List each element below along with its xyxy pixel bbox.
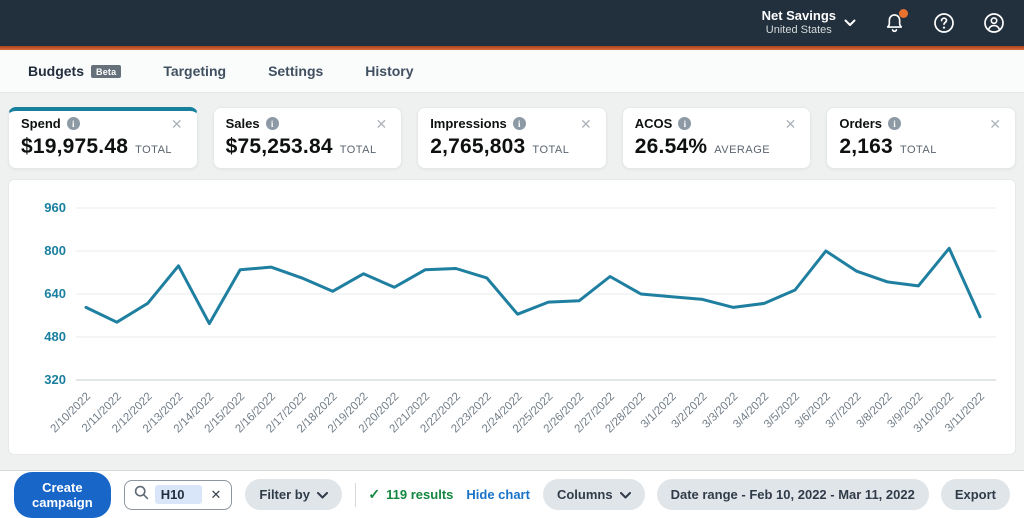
date-range-button[interactable]: Date range - Feb 10, 2022 - Mar 11, 2022 [656, 479, 929, 510]
metric-value: $75,253.84 [225, 135, 333, 158]
metric-card-orders[interactable]: Orders i ✕ 2,163 TOTAL [826, 107, 1016, 169]
columns-label: Columns [556, 487, 613, 502]
info-icon[interactable]: i [678, 117, 692, 130]
close-icon[interactable]: ✕ [987, 117, 1003, 131]
metric-unit: AVERAGE [714, 144, 771, 156]
metric-unit: TOTAL [339, 144, 377, 156]
account-switcher[interactable]: Net Savings United States [761, 8, 856, 37]
trend-chart-panel: 320 480 640 800 960 2/10/2022 2/11/2022 2/12/20… [8, 179, 1016, 455]
app-window: Net Savings United States Budgets Beta T… [0, 0, 1024, 518]
person-circle-icon [983, 12, 1005, 34]
help-button[interactable] [932, 11, 956, 35]
create-campaign-button[interactable]: Create campaign [14, 471, 111, 518]
filter-by-label: Filter by [259, 487, 310, 502]
main-content: Spend i ✕ $19,975.48 TOTAL Sales i ✕ $75… [0, 93, 1024, 470]
search-input-value: H10 [154, 485, 203, 504]
chevron-down-icon [316, 487, 328, 502]
hide-chart-link[interactable]: Hide chart [466, 487, 530, 502]
close-icon[interactable]: ✕ [578, 117, 594, 131]
top-header: Net Savings United States [0, 0, 1024, 46]
tab-history-label: History [365, 63, 414, 79]
filter-by-button[interactable]: Filter by [245, 479, 342, 510]
svg-text:320: 320 [44, 372, 66, 387]
metric-label: ACOS [634, 116, 673, 131]
metric-value: 26.54% [634, 135, 708, 158]
metric-label: Impressions [430, 116, 507, 131]
metric-unit: TOTAL [899, 144, 937, 156]
metric-value: $19,975.48 [21, 135, 129, 158]
metric-unit: TOTAL [135, 144, 173, 156]
close-icon[interactable]: ✕ [373, 117, 389, 131]
notification-dot [899, 9, 908, 18]
svg-text:800: 800 [44, 243, 66, 258]
info-icon[interactable]: i [888, 117, 902, 130]
svg-text:640: 640 [44, 286, 66, 301]
metric-unit: TOTAL [532, 144, 570, 156]
columns-button[interactable]: Columns [542, 479, 645, 510]
search-input[interactable]: H10 ✕ [123, 479, 233, 510]
metric-card-acos[interactable]: ACOS i ✕ 26.54% AVERAGE [621, 107, 812, 169]
account-button[interactable] [982, 11, 1006, 35]
tab-bar: Budgets Beta Targeting Settings History [0, 50, 1024, 93]
info-icon[interactable]: i [265, 117, 279, 130]
tab-settings[interactable]: Settings [268, 63, 323, 79]
notifications-button[interactable] [882, 9, 908, 35]
tab-targeting[interactable]: Targeting [163, 63, 226, 79]
clear-search-icon[interactable]: ✕ [208, 488, 223, 501]
results-count-label: 119 results [386, 487, 454, 502]
tab-budgets-label: Budgets [28, 63, 84, 79]
svg-text:480: 480 [44, 329, 66, 344]
bottom-toolbar: Create campaign H10 ✕ Filter by ✓ 119 re… [0, 470, 1024, 518]
question-circle-icon [933, 12, 955, 34]
close-icon[interactable]: ✕ [783, 117, 799, 131]
tab-history[interactable]: History [365, 63, 413, 79]
tab-budgets[interactable]: Budgets Beta [28, 63, 122, 79]
info-icon[interactable]: i [66, 117, 80, 130]
metric-value: 2,163 [839, 135, 893, 158]
account-name: Net Savings [761, 8, 836, 24]
toolbar-right-group: Columns Date range - Feb 10, 2022 - Mar … [542, 479, 1010, 510]
metric-card-spend[interactable]: Spend i ✕ $19,975.48 TOTAL [8, 107, 198, 169]
metric-cards-row: Spend i ✕ $19,975.48 TOTAL Sales i ✕ $75… [8, 107, 1016, 169]
chevron-down-icon [619, 487, 631, 502]
spend-trend-line-chart: 3204806408009602/10/20222/11/20222/12/20… [44, 200, 996, 435]
metric-label: Orders [839, 116, 883, 131]
metric-value: 2,765,803 [430, 135, 526, 158]
check-icon: ✓ [368, 486, 381, 502]
tab-settings-label: Settings [268, 63, 324, 79]
info-icon[interactable]: i [512, 117, 526, 130]
beta-badge: Beta [91, 64, 122, 78]
metric-label: Spend [21, 116, 61, 131]
chevron-down-icon [844, 14, 856, 32]
account-region: United States [765, 24, 832, 37]
results-count: ✓ 119 results [368, 486, 453, 503]
metric-card-impressions[interactable]: Impressions i ✕ 2,765,803 TOTAL [417, 107, 607, 169]
account-switcher-text: Net Savings United States [761, 8, 836, 37]
metric-card-sales[interactable]: Sales i ✕ $75,253.84 TOTAL [212, 107, 403, 169]
metric-label: Sales [225, 116, 260, 131]
close-icon[interactable]: ✕ [169, 117, 185, 131]
tab-targeting-label: Targeting [163, 63, 227, 79]
export-button[interactable]: Export [940, 479, 1010, 510]
search-icon [134, 485, 149, 505]
svg-text:960: 960 [44, 200, 66, 215]
